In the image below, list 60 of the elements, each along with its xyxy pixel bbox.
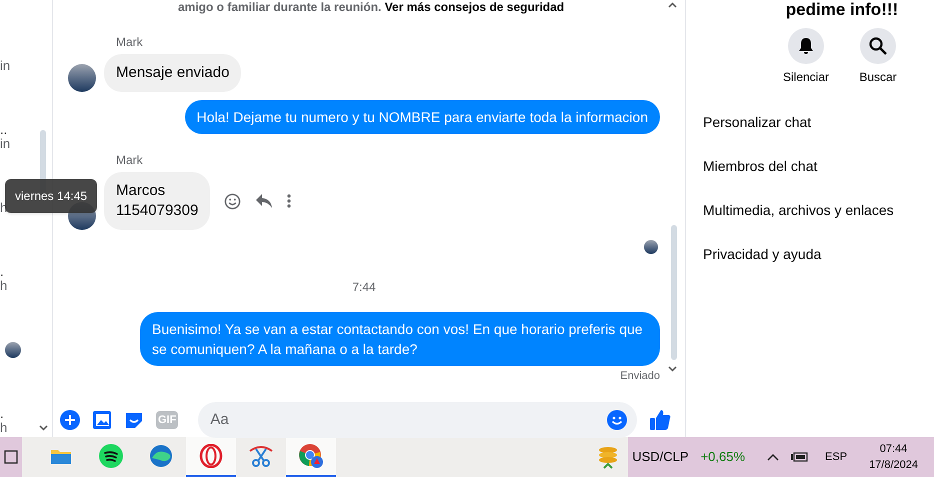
avatar <box>68 64 96 92</box>
clock[interactable]: 07:44 17/8/2024 <box>863 441 924 473</box>
mute-button[interactable] <box>788 28 824 64</box>
more-options-icon[interactable] <box>287 194 292 208</box>
image-icon[interactable] <box>92 410 112 430</box>
action-label: Buscar <box>859 69 897 86</box>
avatar <box>5 342 21 358</box>
task-view-icon <box>4 450 18 464</box>
ring-icon <box>199 444 223 468</box>
currency-pair: USD/CLP <box>632 448 689 466</box>
details-menu-item[interactable]: Multimedia, archivos y enlaces <box>703 188 934 232</box>
clock-time: 07:44 <box>880 442 908 457</box>
wave-circle-icon <box>149 444 173 468</box>
scroll-down-icon <box>668 366 677 372</box>
details-menu-item[interactable]: Privacidad y ayuda <box>703 232 934 276</box>
search-button[interactable] <box>860 28 896 64</box>
scissors-icon <box>248 445 274 467</box>
scroll-down-icon <box>39 425 48 431</box>
emoji-icon[interactable] <box>607 410 627 430</box>
conversation-preview: . <box>0 264 4 278</box>
avatar <box>644 240 658 254</box>
battery-icon[interactable] <box>791 451 810 463</box>
reply-icon[interactable] <box>255 193 274 209</box>
ticker-widget[interactable]: USD/CLP +0,65% <box>628 437 758 477</box>
message-input-field[interactable]: Aa <box>198 402 637 438</box>
message-timestamp: 7:44 <box>352 279 376 296</box>
conversation-time: in <box>0 58 10 72</box>
thumbs-up-icon[interactable] <box>649 408 671 430</box>
search-icon <box>869 37 887 55</box>
tooltip: viernes 14:45 <box>5 179 98 213</box>
conversation-preview: .. <box>0 122 8 136</box>
sent-message-bubble: Buenisimo! Ya se van a estar contactando con vos! En que horario preferis que se comuniquen? A la mañana o a la tarde? <box>140 312 660 366</box>
clock-date: 17/8/2024 <box>869 458 918 473</box>
smiley-icon[interactable] <box>224 192 242 210</box>
conversation-time: h <box>0 420 8 434</box>
task-view-button[interactable] <box>0 437 22 477</box>
conversation-preview: . <box>0 406 4 420</box>
action-label: Silenciar <box>782 69 830 86</box>
message-status: Enviado <box>620 369 660 384</box>
plus-icon[interactable] <box>60 410 80 430</box>
conversation-time: in <box>0 136 10 150</box>
details-menu-item[interactable]: Miembros del chat <box>703 144 934 188</box>
safety-notice: amigo o familiar durante la reunión. Ver más consejos de seguridad <box>178 0 564 14</box>
chrome-icon <box>298 443 324 469</box>
bell-icon <box>798 37 814 55</box>
chevron-up-icon[interactable] <box>767 453 780 461</box>
received-message-bubble: Mensaje enviado <box>104 54 242 92</box>
scroll-up-icon <box>668 2 677 8</box>
circle-waves-icon <box>99 444 123 468</box>
folder-icon <box>50 447 72 465</box>
language-indicator[interactable]: ESP <box>825 448 848 466</box>
safety-tips-link[interactable]: Ver más consejos de seguridad <box>384 0 564 14</box>
sender-name: Mark <box>116 34 144 51</box>
sent-message-bubble: Hola! Dejame tu numero y tu NOMBRE para enviarte toda la informacion <box>184 100 660 134</box>
sender-name: Mark <box>116 152 144 169</box>
chat-title: pedime info!!! <box>786 0 898 20</box>
conversation-time: h <box>0 278 8 292</box>
received-message-bubble: Marcos 1154079309 <box>104 172 210 230</box>
details-menu-item[interactable]: Personalizar chat <box>703 100 934 144</box>
currency-change: +0,65% <box>700 448 746 466</box>
